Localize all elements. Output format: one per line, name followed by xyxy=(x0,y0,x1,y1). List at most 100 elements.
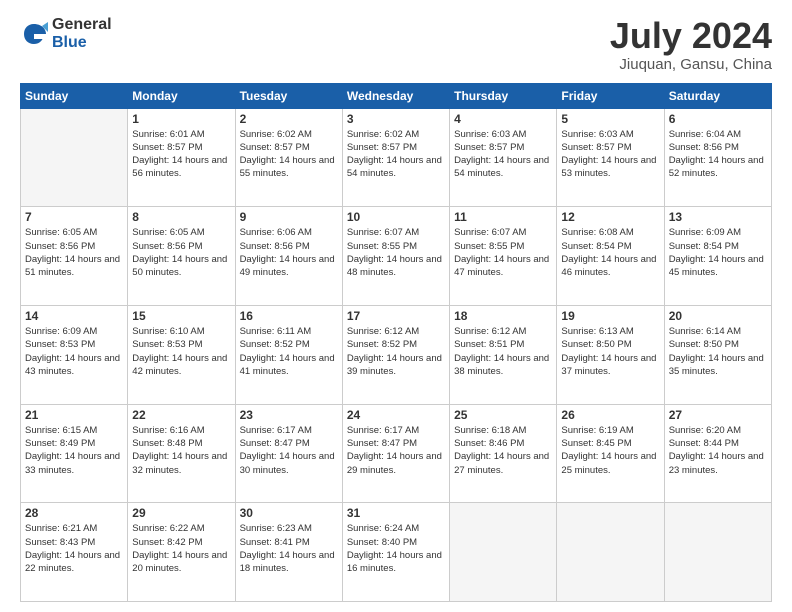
day-info: Sunrise: 6:05 AM Sunset: 8:56 PM Dayligh… xyxy=(132,226,230,279)
header-monday: Monday xyxy=(128,83,235,108)
table-row: 23 Sunrise: 6:17 AM Sunset: 8:47 PM Dayli… xyxy=(235,404,342,503)
day-number: 15 xyxy=(132,309,230,323)
day-info: Sunrise: 6:24 AM Sunset: 8:40 PM Dayligh… xyxy=(347,522,445,575)
day-info: Sunrise: 6:12 AM Sunset: 8:52 PM Dayligh… xyxy=(347,325,445,378)
day-number: 26 xyxy=(561,408,659,422)
day-number: 31 xyxy=(347,506,445,520)
day-info: Sunrise: 6:16 AM Sunset: 8:48 PM Dayligh… xyxy=(132,424,230,477)
table-row: 22Sunrise: 6:16 AM Sunset: 8:48 PM Dayli… xyxy=(128,404,235,503)
day-info: Sunrise: 6:04 AM Sunset: 8:56 PM Dayligh… xyxy=(669,128,767,181)
table-row xyxy=(450,503,557,602)
calendar-subtitle: Jiuquan, Gansu, China xyxy=(610,56,772,73)
day-number: 27 xyxy=(669,408,767,422)
day-number: 11 xyxy=(454,210,552,224)
calendar-week-row: 28 Sunrise: 6:21 AM Sunset: 8:43 PM Dayli… xyxy=(21,503,772,602)
day-number: 8 xyxy=(132,210,230,224)
logo-general: General xyxy=(52,16,112,34)
day-info: Sunrise: 6:03 AM Sunset: 8:57 PM Dayligh… xyxy=(454,128,552,181)
logo-blue: Blue xyxy=(52,34,112,52)
table-row: 3Sunrise: 6:02 AM Sunset: 8:57 PM Daylig… xyxy=(342,108,449,207)
day-number: 29 xyxy=(132,506,230,520)
calendar-week-row: 7 Sunrise: 6:05 AM Sunset: 8:56 PM Daylig… xyxy=(21,207,772,306)
day-info: Sunrise: 6:15 AM Sunset: 8:49 PM Dayligh… xyxy=(25,424,123,477)
day-number: 17 xyxy=(347,309,445,323)
page: General Blue July 2024 Jiuquan, Gansu, C… xyxy=(0,0,792,612)
calendar-week-row: 21 Sunrise: 6:15 AM Sunset: 8:49 PM Dayli… xyxy=(21,404,772,503)
day-number: 12 xyxy=(561,210,659,224)
calendar-header-row: Sunday Monday Tuesday Wednesday Thursday… xyxy=(21,83,772,108)
day-info: Sunrise: 6:22 AM Sunset: 8:42 PM Dayligh… xyxy=(132,522,230,575)
table-row: 7Sunrise: 6:05 AM Sunset: 8:56 PM Daylig… xyxy=(21,207,128,306)
day-number: 16 xyxy=(240,309,338,323)
day-number: 13 xyxy=(669,210,767,224)
day-info: Sunrise: 6:12 AM Sunset: 8:51 PM Dayligh… xyxy=(454,325,552,378)
day-info: Sunrise: 6:03 AM Sunset: 8:57 PM Dayligh… xyxy=(561,128,659,181)
day-info: Sunrise: 6:02 AM Sunset: 8:57 PM Dayligh… xyxy=(240,128,338,181)
day-number: 2 xyxy=(240,112,338,126)
day-number: 18 xyxy=(454,309,552,323)
day-number: 21 xyxy=(25,408,123,422)
table-row: 26 Sunrise: 6:19 AM Sunset: 8:45 PM Dayli… xyxy=(557,404,664,503)
day-number: 14 xyxy=(25,309,123,323)
day-info: Sunrise: 6:09 AM Sunset: 8:54 PM Dayligh… xyxy=(669,226,767,279)
logo-text: General Blue xyxy=(52,16,112,51)
table-row: 6 Sunrise: 6:04 AM Sunset: 8:56 PM Daylig… xyxy=(664,108,771,207)
table-row: 2 Sunrise: 6:02 AM Sunset: 8:57 PM Daylig… xyxy=(235,108,342,207)
day-number: 10 xyxy=(347,210,445,224)
table-row: 16 Sunrise: 6:11 AM Sunset: 8:52 PM Dayli… xyxy=(235,305,342,404)
header-tuesday: Tuesday xyxy=(235,83,342,108)
day-number: 5 xyxy=(561,112,659,126)
table-row: 8 Sunrise: 6:05 AM Sunset: 8:56 PM Daylig… xyxy=(128,207,235,306)
day-info: Sunrise: 6:08 AM Sunset: 8:54 PM Dayligh… xyxy=(561,226,659,279)
day-number: 9 xyxy=(240,210,338,224)
table-row: 20 Sunrise: 6:14 AM Sunset: 8:50 PM Dayli… xyxy=(664,305,771,404)
day-info: Sunrise: 6:17 AM Sunset: 8:47 PM Dayligh… xyxy=(240,424,338,477)
day-info: Sunrise: 6:14 AM Sunset: 8:50 PM Dayligh… xyxy=(669,325,767,378)
table-row: 10 Sunrise: 6:07 AM Sunset: 8:55 PM Dayli… xyxy=(342,207,449,306)
day-number: 23 xyxy=(240,408,338,422)
day-number: 25 xyxy=(454,408,552,422)
day-number: 19 xyxy=(561,309,659,323)
table-row: 31 Sunrise: 6:24 AM Sunset: 8:40 PM Dayli… xyxy=(342,503,449,602)
day-number: 30 xyxy=(240,506,338,520)
table-row xyxy=(664,503,771,602)
day-info: Sunrise: 6:07 AM Sunset: 8:55 PM Dayligh… xyxy=(347,226,445,279)
table-row: 21 Sunrise: 6:15 AM Sunset: 8:49 PM Dayli… xyxy=(21,404,128,503)
table-row: 11Sunrise: 6:07 AM Sunset: 8:55 PM Dayli… xyxy=(450,207,557,306)
day-number: 28 xyxy=(25,506,123,520)
day-info: Sunrise: 6:13 AM Sunset: 8:50 PM Dayligh… xyxy=(561,325,659,378)
day-number: 4 xyxy=(454,112,552,126)
table-row: 13 Sunrise: 6:09 AM Sunset: 8:54 PM Dayli… xyxy=(664,207,771,306)
day-info: Sunrise: 6:19 AM Sunset: 8:45 PM Dayligh… xyxy=(561,424,659,477)
table-row: 29 Sunrise: 6:22 AM Sunset: 8:42 PM Dayli… xyxy=(128,503,235,602)
day-info: Sunrise: 6:09 AM Sunset: 8:53 PM Dayligh… xyxy=(25,325,123,378)
calendar-week-row: 1 Sunrise: 6:01 AM Sunset: 8:57 PM Daylig… xyxy=(21,108,772,207)
table-row: 25Sunrise: 6:18 AM Sunset: 8:46 PM Dayli… xyxy=(450,404,557,503)
table-row: 1 Sunrise: 6:01 AM Sunset: 8:57 PM Daylig… xyxy=(128,108,235,207)
day-number: 20 xyxy=(669,309,767,323)
table-row: 17 Sunrise: 6:12 AM Sunset: 8:52 PM Dayli… xyxy=(342,305,449,404)
table-row: 28 Sunrise: 6:21 AM Sunset: 8:43 PM Dayli… xyxy=(21,503,128,602)
table-row: 14 Sunrise: 6:09 AM Sunset: 8:53 PM Dayli… xyxy=(21,305,128,404)
day-number: 7 xyxy=(25,210,123,224)
logo-icon xyxy=(20,20,48,48)
day-number: 1 xyxy=(132,112,230,126)
day-number: 6 xyxy=(669,112,767,126)
table-row: 27Sunrise: 6:20 AM Sunset: 8:44 PM Dayli… xyxy=(664,404,771,503)
calendar-title: July 2024 xyxy=(610,16,772,56)
day-info: Sunrise: 6:01 AM Sunset: 8:57 PM Dayligh… xyxy=(132,128,230,181)
title-block: July 2024 Jiuquan, Gansu, China xyxy=(610,16,772,73)
day-info: Sunrise: 6:17 AM Sunset: 8:47 PM Dayligh… xyxy=(347,424,445,477)
day-info: Sunrise: 6:23 AM Sunset: 8:41 PM Dayligh… xyxy=(240,522,338,575)
day-info: Sunrise: 6:11 AM Sunset: 8:52 PM Dayligh… xyxy=(240,325,338,378)
day-number: 3 xyxy=(347,112,445,126)
day-info: Sunrise: 6:21 AM Sunset: 8:43 PM Dayligh… xyxy=(25,522,123,575)
table-row: 24Sunrise: 6:17 AM Sunset: 8:47 PM Dayli… xyxy=(342,404,449,503)
header-friday: Friday xyxy=(557,83,664,108)
calendar-week-row: 14 Sunrise: 6:09 AM Sunset: 8:53 PM Dayli… xyxy=(21,305,772,404)
table-row: 5 Sunrise: 6:03 AM Sunset: 8:57 PM Daylig… xyxy=(557,108,664,207)
header-thursday: Thursday xyxy=(450,83,557,108)
header-saturday: Saturday xyxy=(664,83,771,108)
table-row xyxy=(557,503,664,602)
table-row: 30 Sunrise: 6:23 AM Sunset: 8:41 PM Dayli… xyxy=(235,503,342,602)
